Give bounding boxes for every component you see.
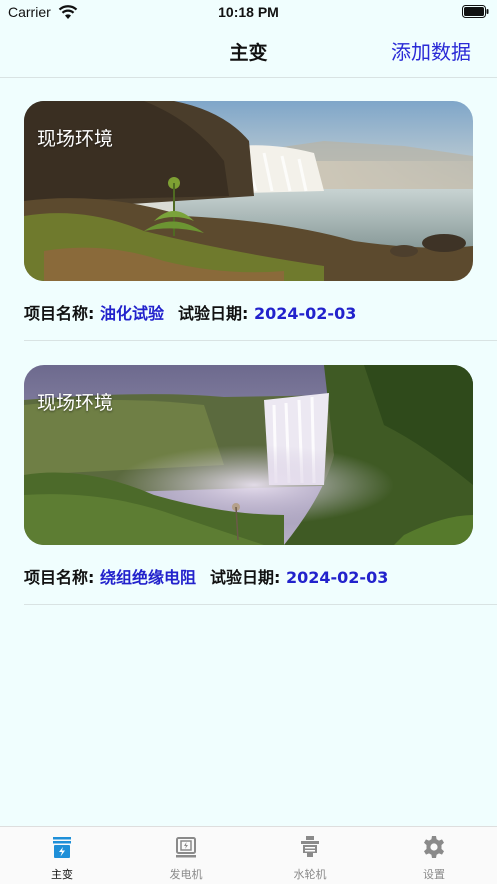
battery-icon [462, 5, 489, 18]
test-date-value: 2024-02-03 [285, 568, 389, 587]
tab-turbine[interactable]: 水轮机 [248, 827, 372, 884]
project-name-value: 油化试验 [99, 304, 164, 323]
test-date-label: 试验日期: [210, 568, 281, 587]
test-date-value: 2024-02-03 [253, 304, 357, 323]
navigation-bar: 主变 添加数据 [0, 26, 497, 78]
record-info: 项目名称: 油化试验 试验日期: 2024-02-03 [24, 300, 356, 324]
project-name-value: 绕组绝缘电阻 [99, 568, 196, 587]
add-data-button[interactable]: 添加数据 [391, 36, 471, 65]
tab-label: 设置 [423, 868, 445, 881]
status-bar: Carrier 10:18 PM [0, 0, 497, 26]
test-date-label: 试验日期: [178, 304, 249, 323]
photo-caption: 现场环境 [37, 128, 114, 150]
project-name-label: 项目名称: [24, 568, 95, 587]
divider [24, 604, 497, 605]
tab-transformer[interactable]: 主变 [0, 827, 124, 884]
gear-icon [424, 836, 444, 858]
tab-label: 发电机 [169, 868, 203, 881]
site-photo[interactable]: 现场环境 [24, 101, 473, 281]
photo-caption: 现场环境 [37, 392, 114, 414]
clock: 10:18 PM [218, 4, 279, 20]
tab-label: 主变 [51, 868, 73, 881]
project-name-label: 项目名称: [24, 304, 95, 323]
tab-settings[interactable]: 设置 [372, 827, 496, 884]
tab-generator[interactable]: 发电机 [124, 827, 248, 884]
record-info: 项目名称: 绕组绝缘电阻 试验日期: 2024-02-03 [24, 564, 388, 588]
tab-label: 水轮机 [293, 868, 327, 881]
turbine-icon [301, 836, 319, 857]
divider [24, 340, 497, 341]
tab-bar: 主变 发电机 水轮机 设置 [0, 826, 497, 884]
site-photo[interactable]: 现场环境 [24, 365, 473, 545]
generator-icon [176, 837, 196, 858]
transformer-icon [53, 837, 71, 858]
